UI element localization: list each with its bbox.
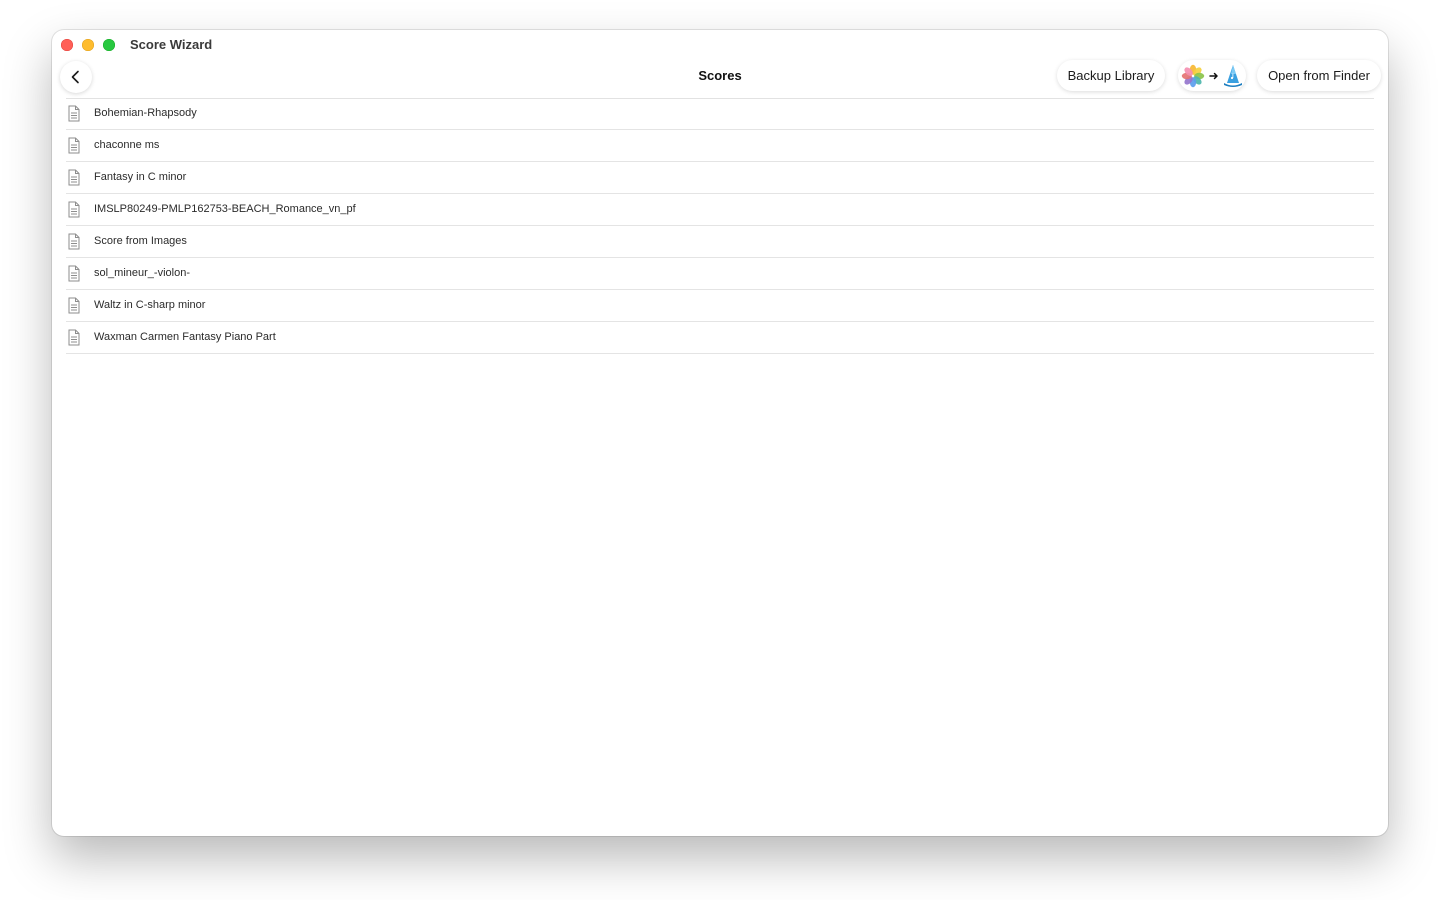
navigation-bar: Scores Backup Library Open from Finder xyxy=(60,60,1381,99)
desktop: Score Wizard Scores Backup Library Open … xyxy=(0,0,1440,900)
close-window-button[interactable] xyxy=(61,39,73,51)
document-icon xyxy=(68,105,80,122)
arrow-right-icon xyxy=(1209,72,1218,79)
open-from-finder-button[interactable]: Open from Finder xyxy=(1257,60,1381,91)
score-row[interactable]: Bohemian-Rhapsody xyxy=(66,98,1374,130)
document-icon xyxy=(68,265,80,282)
score-row[interactable]: Waltz in C-sharp minor xyxy=(66,290,1374,322)
backup-library-button[interactable]: Backup Library xyxy=(1057,60,1165,91)
score-name: chaconne ms xyxy=(94,139,160,151)
score-row[interactable]: chaconne ms xyxy=(66,130,1374,162)
score-wizard-icon xyxy=(1224,64,1242,87)
document-icon xyxy=(68,201,80,218)
score-name: IMSLP80249-PMLP162753-BEACH_Romance_vn_p… xyxy=(94,203,356,215)
document-icon xyxy=(68,169,80,186)
import-from-photos-button[interactable] xyxy=(1178,60,1246,91)
maximize-window-button[interactable] xyxy=(103,39,115,51)
document-icon xyxy=(68,137,80,154)
score-row[interactable]: Score from Images xyxy=(66,226,1374,258)
score-name: Score from Images xyxy=(94,235,187,247)
document-icon xyxy=(68,329,80,346)
score-name: Waltz in C-sharp minor xyxy=(94,299,206,311)
app-title: Score Wizard xyxy=(130,37,213,52)
score-name: Fantasy in C minor xyxy=(94,171,187,183)
score-row[interactable]: Fantasy in C minor xyxy=(66,162,1374,194)
score-row[interactable]: sol_mineur_-violon- xyxy=(66,258,1374,290)
score-name: Bohemian-Rhapsody xyxy=(94,107,197,119)
score-name: Waxman Carmen Fantasy Piano Part xyxy=(94,331,276,343)
document-icon xyxy=(68,297,80,314)
photos-icon xyxy=(1181,64,1205,87)
document-icon xyxy=(68,233,80,250)
app-window: Score Wizard Scores Backup Library Open … xyxy=(52,30,1388,836)
scores-list: Bohemian-Rhapsody chaconne ms Fantasy in… xyxy=(66,98,1374,354)
minimize-window-button[interactable] xyxy=(82,39,94,51)
score-row[interactable]: IMSLP80249-PMLP162753-BEACH_Romance_vn_p… xyxy=(66,194,1374,226)
title-bar: Score Wizard xyxy=(52,30,1388,60)
score-name: sol_mineur_-violon- xyxy=(94,267,190,279)
score-row[interactable]: Waxman Carmen Fantasy Piano Part xyxy=(66,322,1374,354)
